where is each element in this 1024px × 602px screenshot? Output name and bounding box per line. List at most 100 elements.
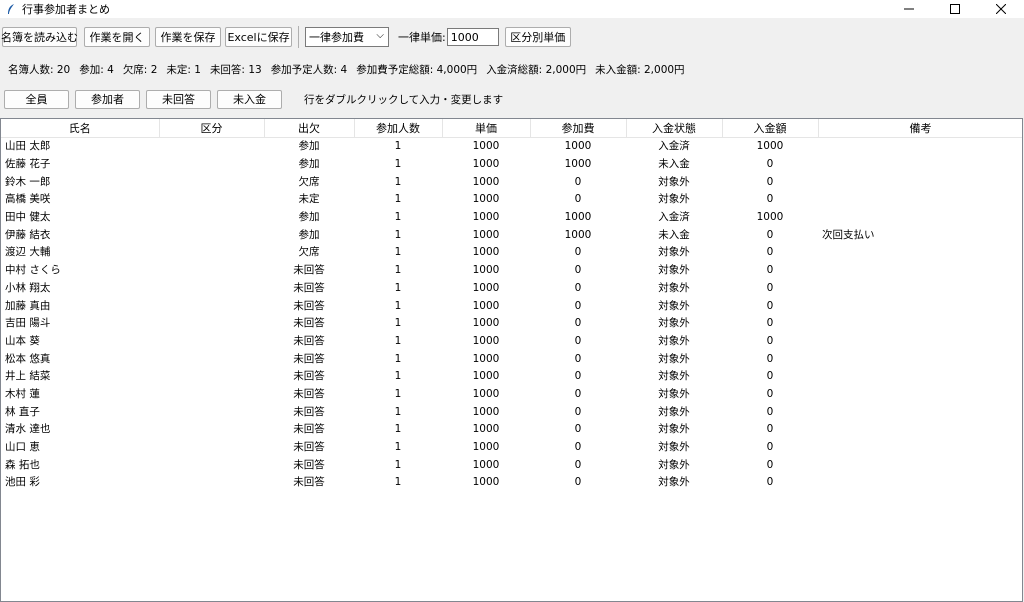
cell-headcount: 1 — [394, 140, 402, 153]
cell-fee: 0 — [574, 175, 582, 188]
minimize-button[interactable] — [886, 0, 932, 18]
cell-headcount: 1 — [394, 246, 402, 259]
cell-payment-status: 対象外 — [658, 370, 690, 383]
cell-fee: 0 — [574, 476, 582, 489]
table-row[interactable]: 渡辺 大輔 欠席 1 1000 0 対象外 0 — [1, 244, 1022, 262]
window-controls — [886, 0, 1024, 18]
load-roster-button[interactable]: 名簿を読み込む — [1, 27, 78, 47]
participants-table[interactable]: 氏名 区分 出欠 参加人数 単価 参加費 入金状態 入金額 備考 山田 太郎 参加 1 1000 100… — [0, 118, 1023, 602]
cell-payment-status: 対象外 — [658, 334, 690, 347]
cell-headcount: 1 — [394, 317, 402, 330]
cell-attendance: 未回答 — [293, 281, 325, 294]
cell-attendance: 未定 — [298, 193, 320, 206]
cell-unit-price: 1000 — [472, 405, 500, 418]
cell-paid-amount: 0 — [766, 281, 774, 294]
cell-headcount: 1 — [394, 175, 402, 188]
table-row[interactable]: 加藤 真由 未回答 1 1000 0 対象外 0 — [1, 297, 1022, 315]
cell-payment-status: 入金済 — [658, 140, 690, 153]
cell-category — [159, 333, 264, 351]
cell-payment-status: 対象外 — [658, 193, 690, 206]
table-row[interactable]: 井上 結菜 未回答 1 1000 0 対象外 0 — [1, 368, 1022, 386]
cell-headcount: 1 — [394, 405, 402, 418]
cell-category — [159, 474, 264, 492]
cell-remarks — [818, 173, 1022, 191]
cell-name: 林 直子 — [5, 405, 40, 418]
table-row[interactable]: 吉田 陽斗 未回答 1 1000 0 対象外 0 — [1, 315, 1022, 333]
fee-mode-select[interactable]: 一律参加費 ⌵ — [305, 27, 389, 47]
category-price-button[interactable]: 区分別単価 — [504, 27, 571, 47]
header-col-category[interactable]: 区分 — [159, 119, 265, 138]
table-row[interactable]: 小林 翔太 未回答 1 1000 0 対象外 0 — [1, 280, 1022, 298]
cell-headcount: 1 — [394, 370, 402, 383]
cell-headcount: 1 — [394, 211, 402, 224]
open-work-button[interactable]: 作業を開く — [84, 27, 150, 47]
table-row[interactable]: 鈴木 一郎 欠席 1 1000 0 対象外 0 — [1, 173, 1022, 191]
table-row[interactable]: 佐藤 花子 参加 1 1000 1000 未入金 0 — [1, 156, 1022, 174]
header-col-fee[interactable]: 参加費 — [530, 119, 627, 138]
table-row[interactable]: 林 直子 未回答 1 1000 0 対象外 0 — [1, 403, 1022, 421]
cell-payment-status: 対象外 — [658, 317, 690, 330]
filter-bar: 全員 参加者 未回答 未入金 行をダブルクリックして入力・変更します — [0, 89, 503, 109]
table-row[interactable]: 木村 蓮 未回答 1 1000 0 対象外 0 — [1, 386, 1022, 404]
header-col-name[interactable]: 氏名 — [1, 119, 160, 138]
cell-remarks — [818, 209, 1022, 227]
save-work-button[interactable]: 作業を保存 — [155, 27, 221, 47]
cell-category — [159, 138, 264, 156]
cell-headcount: 1 — [394, 476, 402, 489]
cell-category — [159, 173, 264, 191]
cell-attendance: 未回答 — [293, 264, 325, 277]
cell-remarks — [818, 421, 1022, 439]
cell-name: 山口 恵 — [5, 441, 40, 454]
header-col-unit-price[interactable]: 単価 — [442, 119, 531, 138]
cell-fee: 0 — [574, 299, 582, 312]
feather-icon — [4, 2, 18, 16]
cell-headcount: 1 — [394, 458, 402, 471]
cell-fee: 0 — [574, 264, 582, 277]
cell-paid-amount: 0 — [766, 458, 774, 471]
save-excel-button[interactable]: Excelに保存 — [225, 27, 292, 47]
table-row[interactable]: 清水 達也 未回答 1 1000 0 対象外 0 — [1, 421, 1022, 439]
edit-hint: 行をダブルクリックして入力・変更します — [304, 93, 504, 106]
cell-name: 吉田 陽斗 — [5, 317, 51, 330]
table-row[interactable]: 松本 悠真 未回答 1 1000 0 対象外 0 — [1, 350, 1022, 368]
cell-fee: 0 — [574, 193, 582, 206]
header-col-attendance[interactable]: 出欠 — [264, 119, 355, 138]
header-col-headcount[interactable]: 参加人数 — [354, 119, 443, 138]
unit-price-input[interactable]: 1000 — [446, 28, 499, 46]
filter-attendees-button[interactable]: 参加者 — [75, 89, 140, 109]
table-row[interactable]: 山田 太郎 参加 1 1000 1000 入金済 1000 — [1, 138, 1022, 156]
table-row[interactable]: 森 拓也 未回答 1 1000 0 対象外 0 — [1, 456, 1022, 474]
filter-no-answer-button[interactable]: 未回答 — [146, 89, 211, 109]
cell-unit-price: 1000 — [472, 370, 500, 383]
cell-fee: 0 — [574, 334, 582, 347]
table-row[interactable]: 山本 葵 未回答 1 1000 0 対象外 0 — [1, 333, 1022, 351]
table-row[interactable]: 高橋 美咲 未定 1 1000 0 対象外 0 — [1, 191, 1022, 209]
fee-mode-value: 一律参加費 — [309, 31, 364, 44]
toolbar: 名簿を読み込む 作業を開く 作業を保存 Excelに保存 一律参加費 ⌵ 一律単… — [0, 24, 1024, 50]
cell-name: 山本 葵 — [5, 334, 40, 347]
cell-name: 池田 彩 — [5, 476, 40, 489]
table-row[interactable]: 山口 恵 未回答 1 1000 0 対象外 0 — [1, 439, 1022, 457]
cell-remarks — [818, 386, 1022, 404]
cell-payment-status: 対象外 — [658, 405, 690, 418]
stat-paid-total: 入金済総額: 2,000円 — [486, 63, 587, 76]
table-row[interactable]: 中村 さくら 未回答 1 1000 0 対象外 0 — [1, 262, 1022, 280]
cell-unit-price: 1000 — [472, 140, 500, 153]
maximize-button[interactable] — [932, 0, 978, 18]
cell-payment-status: 対象外 — [658, 299, 690, 312]
chevron-down-icon: ⌵ — [376, 30, 384, 41]
filter-unpaid-button[interactable]: 未入金 — [217, 89, 282, 109]
header-col-paid-amount[interactable]: 入金額 — [722, 119, 819, 138]
filter-all-button[interactable]: 全員 — [4, 89, 69, 109]
close-button[interactable] — [978, 0, 1024, 18]
table-row[interactable]: 池田 彩 未回答 1 1000 0 対象外 0 — [1, 474, 1022, 492]
cell-payment-status: 入金済 — [658, 211, 690, 224]
cell-category — [159, 403, 264, 421]
cell-paid-amount: 0 — [766, 264, 774, 277]
header-col-payment-status[interactable]: 入金状態 — [626, 119, 723, 138]
header-col-remarks[interactable]: 備考 — [818, 119, 1022, 138]
cell-name: 鈴木 一郎 — [5, 175, 51, 188]
cell-remarks — [818, 368, 1022, 386]
table-row[interactable]: 伊藤 結衣 参加 1 1000 1000 未入金 0 次回支払い — [1, 226, 1022, 244]
table-row[interactable]: 田中 健太 参加 1 1000 1000 入金済 1000 — [1, 209, 1022, 227]
